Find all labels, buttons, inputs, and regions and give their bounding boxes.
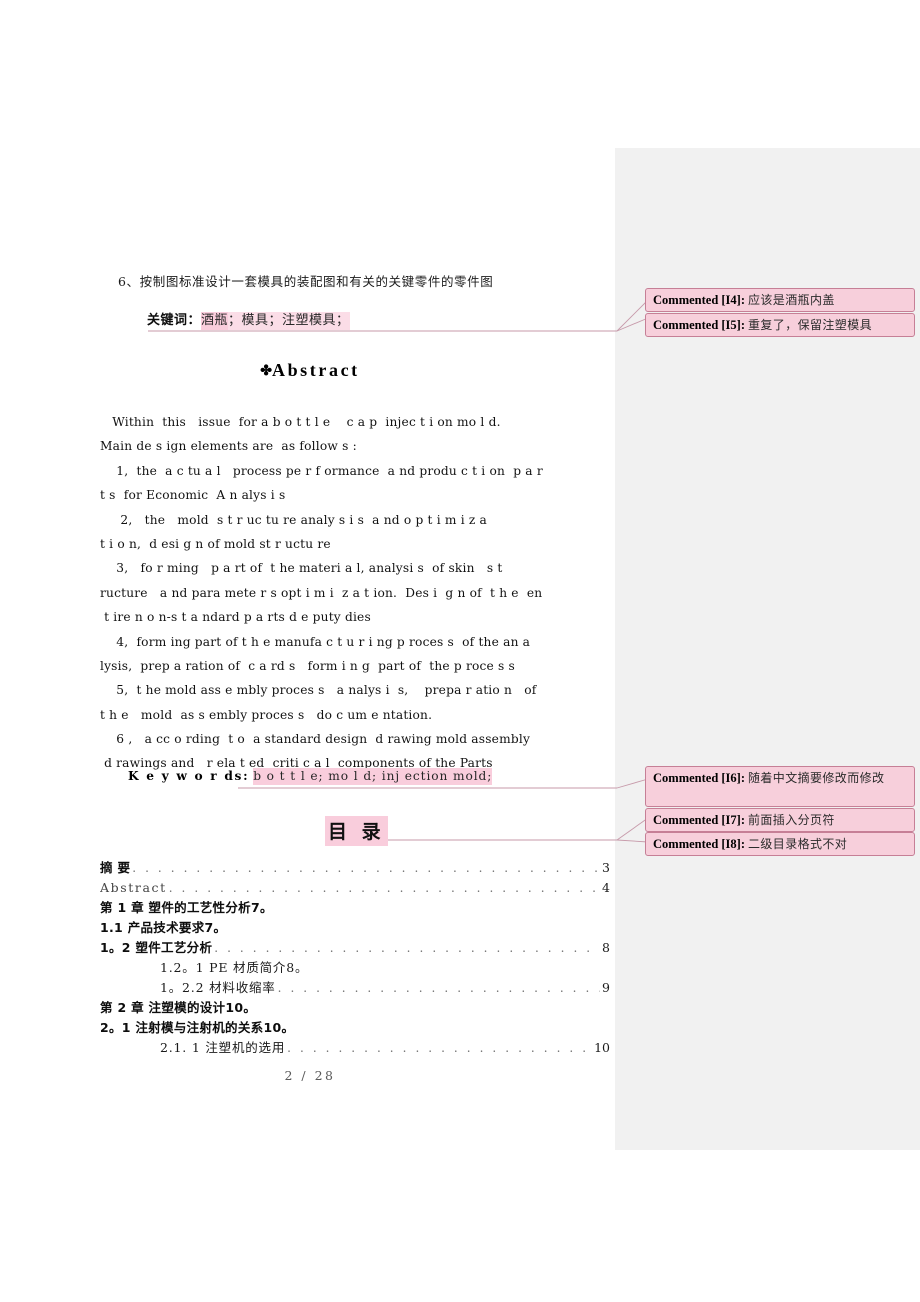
english-keywords-label: K e y w o r ds: [128, 769, 250, 783]
comment-text: 重复了，保留注塑模具 [748, 318, 873, 332]
comment-balloon-i8[interactable]: Commented [I8]: 二级目录格式不对 [645, 832, 915, 856]
toc-row[interactable]: 2。1 注射模与注射机的关系10。. . . . . . . . . . . .… [100, 1018, 610, 1038]
toc-entry-page: 4 [602, 880, 610, 895]
abstract-line: 3, fo r ming p a rt of t he materi a l, … [100, 561, 503, 576]
page-canvas: 6、按制图标准设计一套模具的装配图和有关的关键零件的零件图 关键词：酒瓶；模具；… [0, 0, 920, 1302]
abstract-line: lysis, prep a ration of c a rd s form i … [100, 658, 516, 673]
abstract-body-text: Within this issue for a b o t t l e c a … [100, 410, 612, 776]
english-keywords-row: K e y w o r ds: b o t t l e; mo l d; inj… [128, 768, 493, 785]
abstract-line: Main de s ign elements are as follow s : [100, 439, 357, 454]
document-body: 6、按制图标准设计一套模具的装配图和有关的关键零件的零件图 关键词：酒瓶；模具；… [0, 0, 620, 1302]
toc-entry-label: 2。1 注射模与注射机的关系10。 [100, 1020, 295, 1035]
comment-tag: Commented [I5]: [653, 318, 745, 332]
toc-row[interactable]: 第 1 章 塑件的工艺性分析7。. . . . . . . . . . . . … [100, 898, 610, 918]
comment-tag: Commented [I7]: [653, 813, 745, 827]
toc-row[interactable]: 1。2.2 材料收缩率. . . . . . . . . . . . . . .… [100, 978, 610, 998]
toc-heading: 目 录 [325, 816, 388, 846]
toc-entry-page: 10 [594, 1040, 610, 1055]
comment-tag: Commented [I6]: [653, 771, 745, 785]
abstract-line: Within this issue for a b o t t l e c a … [100, 415, 501, 429]
comment-text: 随着中文摘要修改而修改 [748, 771, 885, 785]
toc-entry-page: 3 [602, 860, 610, 875]
abstract-line: 4, form ing part of t h e manufa c t u r… [100, 634, 531, 649]
toc-row[interactable]: 第 2 章 注塑模的设计10。. . . . . . . . . . . . .… [100, 998, 610, 1018]
abstract-line: 1, the a c tu a l process pe r f ormance… [100, 463, 543, 478]
toc-leader-dots: . . . . . . . . . . . . . . . . . . . . … [132, 861, 601, 875]
abstract-line: t h e mold as s embly proces s do c um e… [100, 707, 433, 722]
comment-text: 应该是酒瓶内盖 [748, 293, 835, 307]
abstract-line: 5, t he mold ass e mbly proces s a nalys… [100, 683, 537, 698]
toc-entry-label: 1。2.2 材料收缩率 [160, 980, 276, 995]
comment-text: 前面插入分页符 [748, 813, 835, 827]
comment-balloon-i4[interactable]: Commented [I4]: 应该是酒瓶内盖 [645, 288, 915, 312]
toc-entry-label: 第 2 章 注塑模的设计10。 [100, 1000, 257, 1015]
chinese-keywords-label: 关键词： [147, 313, 202, 328]
toc-entry-label: 2.1. 1 注塑机的选用 [160, 1040, 286, 1055]
toc-entry-label: 1.1 产品技术要求7。 [100, 920, 227, 935]
toc-row[interactable]: 1。2 塑件工艺分析. . . . . . . . . . . . . . . … [100, 938, 610, 958]
toc-entry-page: 8 [602, 940, 610, 955]
comment-balloon-i5[interactable]: Commented [I5]: 重复了，保留注塑模具 [645, 313, 915, 337]
abstract-line: ructure a nd para mete r s opt i m i z a… [100, 585, 543, 600]
toc-entry-label: 摘 要 [100, 860, 131, 875]
toc-leader-dots: . . . . . . . . . . . . . . . . . . . . … [168, 881, 600, 895]
abstract-heading: ✤Abstract [0, 360, 620, 381]
page-number-footer: 2 / 28 [284, 1068, 336, 1083]
toc-row[interactable]: 2.1. 1 注塑机的选用. . . . . . . . . . . . . .… [100, 1038, 610, 1058]
abstract-heading-text: Abstract [271, 360, 360, 380]
abstract-line: t i o n, d esi g n of mold st r uctu re [100, 536, 331, 551]
toc-row[interactable]: 1.2。1 PE 材质简介8。. . . . . . . . . . . . .… [100, 958, 610, 978]
toc-entry-label: 1。2 塑件工艺分析 [100, 940, 213, 955]
chinese-keywords-row: 关键词：酒瓶；模具；注塑模具； [147, 309, 350, 330]
toc-row[interactable]: Abstract. . . . . . . . . . . . . . . . … [100, 878, 610, 898]
toc-leader-dots: . . . . . . . . . . . . . . . . . . . . … [214, 941, 600, 955]
comment-balloon-i6[interactable]: Commented [I6]: 随着中文摘要修改而修改 [645, 766, 915, 807]
toc-leader-dots: . . . . . . . . . . . . . . . . . . . . … [287, 1041, 592, 1055]
comment-tag: Commented [I4]: [653, 293, 745, 307]
english-keywords-highlight: b o t t l e; mo l d; inj ection mold; [253, 768, 493, 785]
abstract-line: 6 , a cc o rding t o a standard design d… [100, 732, 531, 747]
chinese-keyword-highlight-rest: ；模具；注塑模具； [228, 312, 350, 330]
table-of-contents: 摘 要. . . . . . . . . . . . . . . . . . .… [100, 858, 610, 1058]
requirement-item-6: 6、按制图标准设计一套模具的装配图和有关的关键零件的零件图 [118, 274, 494, 289]
toc-entry-label: 第 1 章 塑件的工艺性分析7。 [100, 900, 273, 915]
comment-balloon-i7[interactable]: Commented [I7]: 前面插入分页符 [645, 808, 915, 832]
toc-entry-page: 9 [602, 980, 610, 995]
toc-leader-dots: . . . . . . . . . . . . . . . . . . . . … [277, 981, 600, 995]
abstract-line: 2, the mold s t r uc tu re analy s i s a… [100, 512, 488, 527]
abstract-line: t s for Economic A n alys i s [100, 488, 286, 503]
toc-row[interactable]: 摘 要. . . . . . . . . . . . . . . . . . .… [100, 858, 610, 878]
comment-tag: Commented [I8]: [653, 837, 745, 851]
chinese-keyword-highlight-bottle: 酒瓶 [201, 312, 229, 330]
comment-text: 二级目录格式不对 [748, 837, 848, 851]
toc-row[interactable]: 1.1 产品技术要求7。. . . . . . . . . . . . . . … [100, 918, 610, 938]
toc-entry-label: Abstract [100, 880, 167, 895]
paragraph-anchor-icon: ✤ [260, 364, 272, 379]
abstract-line: t ire n o n-s t a ndard p a rts d e puty… [100, 610, 371, 625]
toc-entry-label: 1.2。1 PE 材质简介8。 [160, 960, 309, 975]
